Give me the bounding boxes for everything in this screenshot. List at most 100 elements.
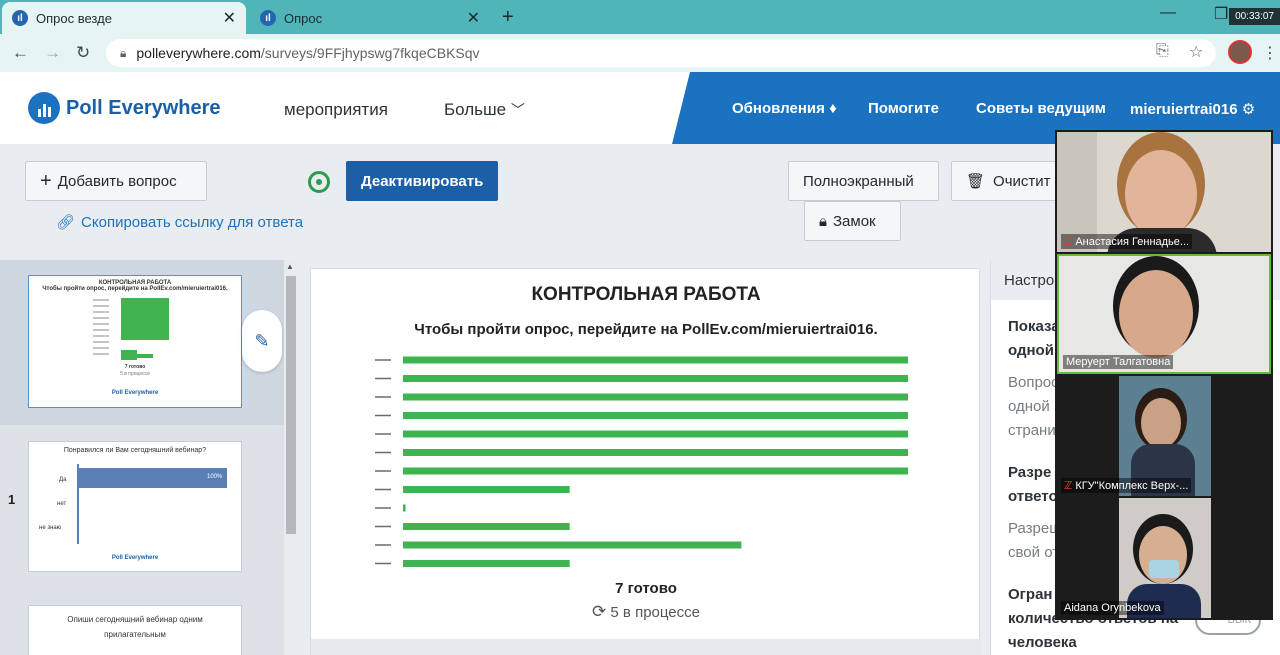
participant-name: ℤ Анастасия Геннадье... [1061, 234, 1193, 249]
menu-kebab-icon[interactable]: ⋮ [1262, 43, 1278, 63]
slide-thumbnail-rail: КОНТРОЛЬНАЯ РАБОТА Чтобы пройти опрос, п… [0, 260, 298, 655]
responses-in-progress: ⟳ 5 в процессе [311, 602, 981, 622]
lock-icon: 🔒︎ [120, 45, 127, 60]
settings-text: Разреш [1008, 520, 1062, 537]
copy-link-label: Скопировать ссылку для ответа [81, 213, 304, 231]
updates-link[interactable]: Обновления ♦ [732, 100, 837, 117]
lock-button[interactable]: 🔒︎ Замок [804, 201, 901, 241]
minimize-icon[interactable]: — [1160, 4, 1176, 22]
thumb-bar [79, 468, 227, 488]
settings-text: одной [1008, 342, 1054, 359]
thumbnail-control-work[interactable]: КОНТРОЛЬНАЯ РАБОТА Чтобы пройти опрос, п… [28, 275, 242, 408]
poll-everywhere-logo[interactable]: Poll Everywhere [28, 92, 221, 124]
nav-more[interactable]: Больше ﹀ [444, 100, 525, 120]
add-question-label: Добавить вопрос [57, 172, 177, 190]
bookmark-star-icon[interactable]: ☆ [1189, 42, 1203, 62]
settings-text: Разре [1008, 464, 1052, 481]
close-tab-icon[interactable]: ✕ [223, 8, 236, 28]
updates-label: Обновления [732, 100, 825, 117]
thumb-option: нет [57, 501, 67, 507]
thumb-title: Опиши сегодняшний вебинар одним прилагат… [67, 615, 203, 639]
slide-number: 1 [8, 492, 16, 507]
muted-mic-icon: ℤ [1064, 236, 1073, 248]
restore-icon[interactable]: ❐ [1214, 4, 1228, 24]
result-bar [403, 504, 406, 512]
result-bar [403, 393, 908, 401]
thumb-ready: 7 готово [124, 364, 146, 370]
active-poll-slide: КОНТРОЛЬНАЯ РАБОТА Чтобы пройти опрос, п… [310, 268, 981, 655]
thumbnail-scrollbar-thumb[interactable] [286, 276, 296, 534]
back-arrow-icon[interactable]: ← [12, 43, 29, 63]
poll-everywhere-favicon-icon: ıl [260, 10, 276, 26]
participant-name: ℤ КГУ"Комплекс Верх-... [1061, 478, 1192, 493]
participant-name-label: КГУ"Комплекс Верх-... [1075, 480, 1189, 492]
trash-icon: 🗑︎ [966, 173, 986, 190]
result-bar [403, 560, 570, 567]
settings-text: Вопрос [1008, 374, 1059, 391]
broadcast-icon [308, 171, 330, 193]
forward-arrow-icon[interactable]: → [44, 43, 61, 63]
translate-icon[interactable]: ⎘ [1156, 42, 1169, 60]
participant-name: Меруерт Талгатовна [1063, 355, 1174, 369]
padlock-icon: 🔒︎ [819, 212, 827, 230]
close-tab-icon[interactable]: ✕ [467, 8, 480, 28]
edit-pencil-icon[interactable]: ✎ [242, 310, 282, 372]
tab-opros-vezde[interactable]: ıl Опрос везде ✕ [2, 2, 246, 34]
participant-tile[interactable]: ℤ КГУ"Комплекс Верх-... [1057, 376, 1271, 496]
link-icon: 🔗︎ [56, 214, 76, 231]
thumb-footer-logo: Poll Everywhere [111, 390, 159, 396]
thumbnail-webinar-adjective[interactable]: Опиши сегодняшний вебинар одним прилагат… [28, 605, 242, 655]
add-question-button[interactable]: + Добавить вопрос [25, 161, 207, 201]
tab-title: Опрос [284, 10, 323, 26]
result-bar [403, 541, 742, 549]
deactivate-button[interactable]: Деактивировать [346, 161, 498, 201]
result-bar [403, 412, 908, 419]
settings-text: Показа [1008, 318, 1060, 335]
thumbnail-webinar-question[interactable]: Понравился ли Вам сегодняшний вебинар? Д… [28, 441, 242, 572]
presenter-tips-link[interactable]: Советы ведущим [976, 100, 1106, 117]
thumb-option: не знаю [39, 525, 62, 531]
url-path: /surveys/9FFjhypswg7fkqeCBKSqv [260, 45, 480, 61]
diamond-icon: ♦ [829, 100, 837, 117]
face-mask [1149, 560, 1179, 578]
participant-face [1141, 398, 1181, 448]
clear-results-button[interactable]: 🗑︎ Очистит [951, 161, 1061, 201]
participant-face [1125, 150, 1197, 238]
participant-tile[interactable]: ℤ Анастасия Геннадье... [1057, 132, 1271, 252]
result-bar [403, 356, 908, 364]
participant-tile[interactable]: Aidana Orynbekova [1057, 498, 1271, 618]
logo-mark-icon [28, 92, 60, 124]
profile-avatar[interactable] [1228, 40, 1252, 64]
poll-everywhere-favicon-icon: ıl [12, 10, 28, 26]
recording-timer: 00:33:07 [1229, 8, 1280, 25]
nav-events[interactable]: мероприятия [284, 100, 388, 120]
result-bar [403, 449, 908, 456]
tab-opros[interactable]: ıl Опрос ✕ [250, 2, 490, 34]
thumb-percent: 100% [207, 474, 223, 480]
thumb-subtitle: Чтобы пройти опрос, перейдите на PollEv.… [42, 286, 228, 292]
scroll-up-arrow-icon[interactable]: ▲ [286, 262, 294, 271]
sync-icon: ⟳ [592, 602, 607, 621]
result-bar [403, 375, 908, 382]
result-bar [403, 486, 570, 493]
result-bar [403, 523, 570, 530]
tab-title: Опрос везде [36, 10, 112, 26]
slide-footer-strip [311, 639, 981, 655]
in-progress-label: 5 в процессе [610, 604, 700, 621]
username-menu[interactable]: mieruiertrai016 ⚙ [1130, 100, 1255, 118]
poll-results-chart [375, 356, 908, 567]
new-tab-icon[interactable]: + [502, 6, 514, 29]
copy-response-link[interactable]: 🔗︎ Скопировать ссылку для ответа [56, 213, 304, 232]
video-call-panel: ℤ Анастасия Геннадье... Меруерт Талгатовн… [1055, 130, 1273, 620]
thumb-progress: 5 в процессе [120, 371, 150, 377]
settings-text: свой от [1008, 544, 1060, 561]
reload-icon[interactable]: ↻ [76, 43, 90, 63]
fullscreen-button[interactable]: Полноэкранный [788, 161, 939, 201]
participant-tile-active-speaker[interactable]: Меруерт Талгатовна [1057, 254, 1271, 374]
logo-text: Poll Everywhere [66, 96, 221, 119]
url-input[interactable]: 🔒︎ polleverywhere.com/surveys/9FFjhypswg… [106, 39, 1216, 67]
settings-text: страни [1008, 422, 1056, 439]
username-label: mieruiertrai016 [1130, 101, 1238, 118]
thumb-option: Да [59, 477, 67, 483]
help-link[interactable]: Помогите [868, 100, 939, 117]
